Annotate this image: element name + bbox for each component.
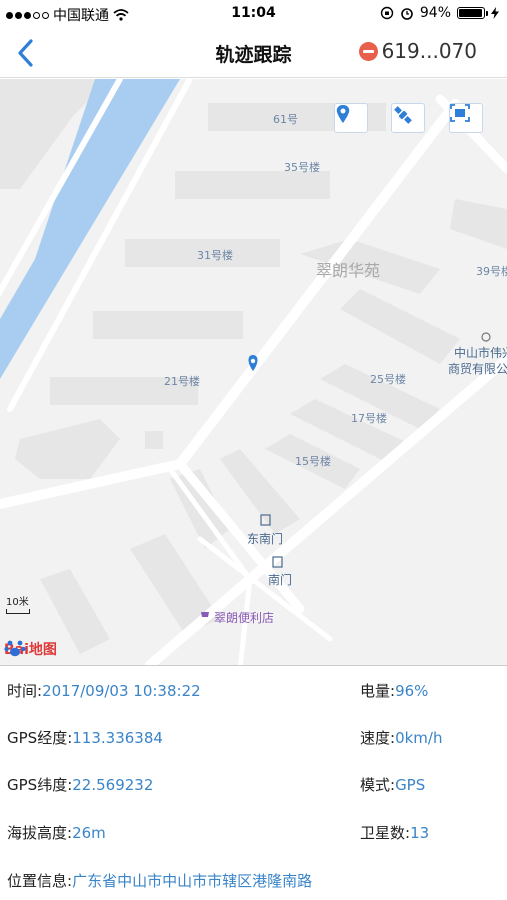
map-view[interactable]: 61号 35号楼 31号楼 翠朗华苑 39号楼 中山市伟兴 商贸有限公 21号楼… <box>0 79 507 665</box>
orientation-lock-icon <box>380 6 394 20</box>
time-row: 时间:2017/09/03 10:38:22 <box>7 682 201 700</box>
location-marker-icon <box>336 105 350 123</box>
longitude-row: GPS经度:113.336384 <box>7 729 163 747</box>
poi-label: 中山市伟兴 <box>454 346 507 360</box>
latitude-row: GPS纬度:22.569232 <box>7 776 154 794</box>
shop-icon <box>201 612 209 617</box>
map-canvas <box>0 79 507 665</box>
battery-percent: 94% <box>419 5 451 21</box>
fullscreen-icon <box>450 104 470 122</box>
battery-icon <box>457 7 488 19</box>
map-label: 翠朗华苑 <box>316 261 381 280</box>
screen: 中国联通 11:04 94% 轨迹跟踪 619...070 61号 35号楼 3… <box>0 0 507 900</box>
satellites-row: 卫星数:13 <box>360 824 430 842</box>
device-info-panel: 时间:2017/09/03 10:38:22 电量:96% GPS经度:113.… <box>0 665 507 900</box>
map-label: 61号 <box>273 113 298 126</box>
address-row: 位置信息:广东省中山市中山市市辖区港隆南路 <box>7 872 313 890</box>
map-label: 35号楼 <box>284 161 320 174</box>
shop-label: 翠朗便利店 <box>214 611 275 625</box>
map-label: 31号楼 <box>197 249 233 262</box>
map-label: 25号楼 <box>370 373 406 386</box>
baidu-map-logo: Bai地图 <box>4 639 57 659</box>
map-label: 17号楼 <box>351 412 387 425</box>
fullscreen-button[interactable] <box>449 103 483 133</box>
status-bar: 中国联通 11:04 94% <box>0 0 507 28</box>
satellite-icon <box>394 106 412 124</box>
map-label: 15号楼 <box>295 455 331 468</box>
alarm-icon <box>401 8 413 20</box>
stop-tracking-button[interactable]: 619...070 <box>358 39 477 63</box>
power-row: 电量:96% <box>360 682 429 700</box>
poi-marker-icon <box>481 332 491 342</box>
satellite-button[interactable] <box>391 103 425 133</box>
locate-button[interactable] <box>334 103 368 133</box>
map-label: 21号楼 <box>164 375 200 388</box>
map-label: 39号楼 <box>476 265 507 278</box>
charging-icon <box>491 7 499 19</box>
mode-row: 模式:GPS <box>360 776 426 794</box>
paw-icon <box>4 640 26 657</box>
poi-label: 商贸有限公 <box>448 362 507 376</box>
map-label: 东南门 <box>247 532 284 546</box>
map-label: 南门 <box>268 573 293 587</box>
altitude-row: 海拔高度:26m <box>7 824 106 842</box>
device-id: 619...070 <box>381 39 477 63</box>
stop-icon <box>358 41 378 61</box>
navigation-bar: 轨迹跟踪 619...070 <box>0 28 507 78</box>
map-scale: 10米 <box>6 593 30 614</box>
speed-row: 速度:0km/h <box>360 729 443 747</box>
